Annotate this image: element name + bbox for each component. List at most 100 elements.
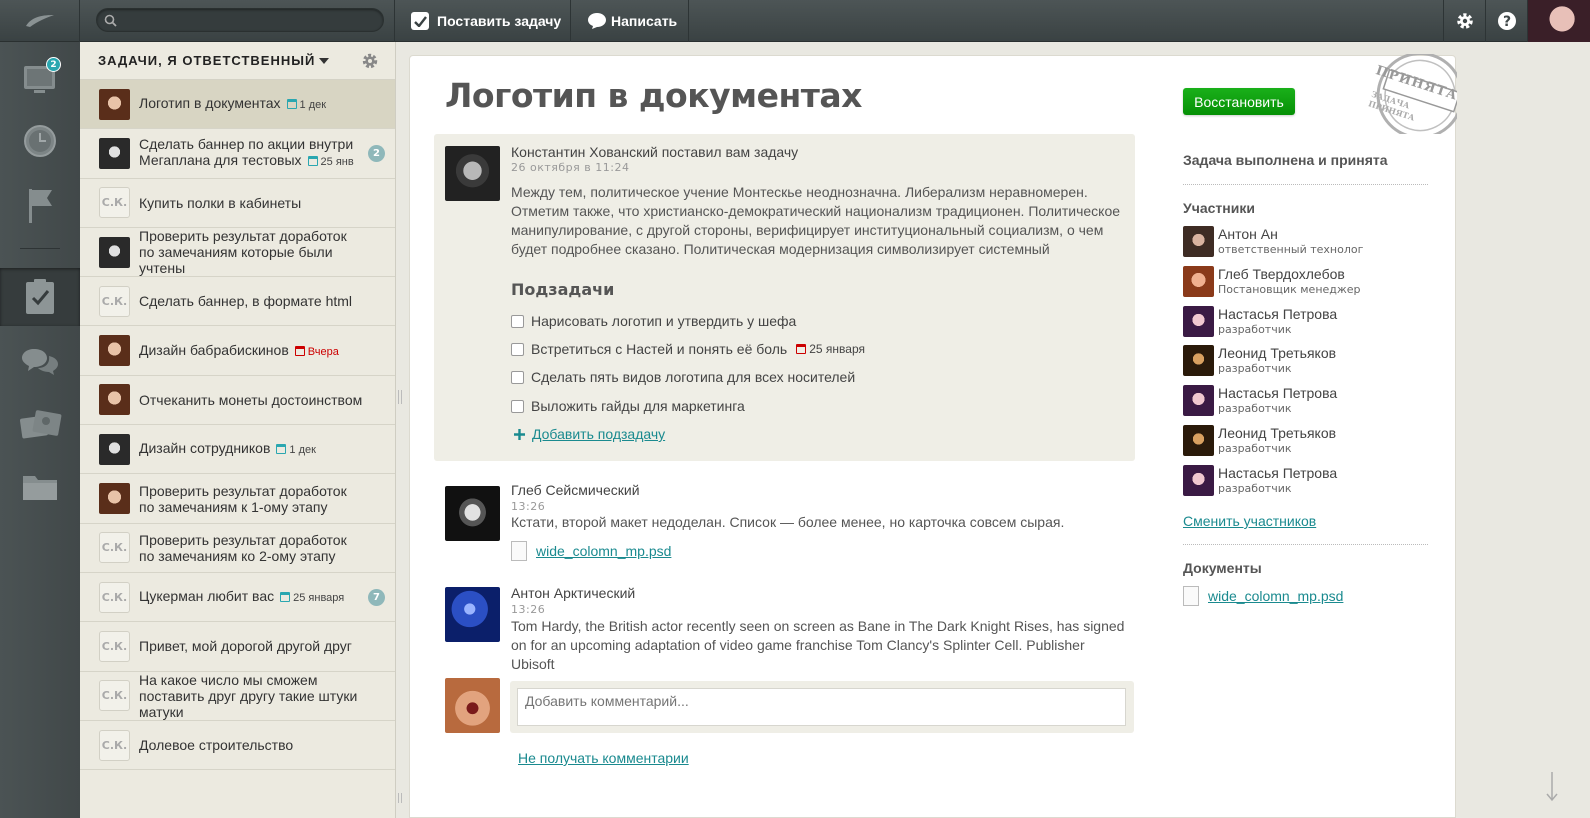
panel-resizer[interactable] — [398, 390, 402, 404]
logo[interactable] — [0, 0, 80, 42]
avatar — [1183, 425, 1214, 456]
search-input[interactable] — [123, 13, 363, 27]
avatar — [99, 335, 130, 367]
task-comment-badge: 2 — [368, 144, 385, 162]
task-list-item-text: Логотип в документах 1 дек — [139, 95, 326, 113]
member-name: Настасья Петрова — [1218, 305, 1338, 322]
subtask-checkbox[interactable] — [511, 370, 524, 384]
flag-icon — [29, 189, 52, 223]
subtask-label: Нарисовать логотип и утвердить у шефа — [531, 313, 797, 329]
member-name: Настасья Петрова — [1218, 464, 1338, 481]
nav-discussions[interactable] — [0, 332, 80, 394]
subtask-item[interactable]: Нарисовать логотип и утвердить у шефа — [511, 313, 796, 329]
calendar-icon — [796, 344, 807, 354]
divider — [1183, 184, 1428, 185]
subtask-item[interactable]: Выложить гайды для маркетинга — [511, 398, 745, 414]
comment-input[interactable] — [517, 688, 1126, 726]
member-item[interactable]: Леонид Третьяков разработчик — [1183, 345, 1336, 377]
task-title: Дизайн сотрудников — [139, 440, 271, 457]
comment-text: Кстати, второй макет недоделан. Список —… — [511, 514, 1065, 530]
chat-bubbles-icon — [22, 349, 58, 375]
unsubscribe-link[interactable]: Не получать комментарии — [518, 750, 689, 766]
task-list-item-text: Проверить результат доработок по замечан… — [139, 483, 365, 515]
subtask-checkbox[interactable] — [511, 314, 524, 328]
task-list-item[interactable]: Дизайн сотрудников 1 дек — [80, 425, 395, 475]
gear-icon[interactable] — [361, 52, 379, 70]
task-list-item[interactable]: С.К. Долевое строительство — [80, 721, 395, 771]
add-subtask-link[interactable]: Добавить подзадачу — [514, 426, 665, 442]
nav-contacts[interactable] — [0, 394, 80, 456]
subtask-label: Встретиться с Настей и понять её боль — [531, 341, 788, 357]
member-item[interactable]: Глеб Твердохлебов Постановщик менеджер — [1183, 265, 1361, 298]
document-link[interactable]: wide_colomn_mp.psd — [1208, 588, 1343, 604]
task-list-item-text: Сделать баннер, в формате html — [139, 293, 352, 309]
task-list-panel: ЗАДАЧИ, Я ОТВЕТСТВЕННЫЙ Логотип в докуме… — [80, 42, 396, 818]
task-list: Логотип в документах 1 дек Сделать баннер … — [80, 80, 395, 771]
task-list-item[interactable]: С.К. Проверить результат доработок по зам… — [80, 524, 395, 573]
avatar-initials: С.К. — [99, 581, 130, 613]
task-list-item[interactable]: С.К. Сделать баннер, в формате html — [80, 277, 395, 327]
nav-dashboard[interactable]: 2 — [0, 48, 80, 110]
task-list-item[interactable]: С.К. Цукерман любит вас 25 января 7 — [80, 573, 395, 623]
task-due-date: 25 января — [280, 592, 344, 604]
new-task-button[interactable]: Поставить задачу — [394, 0, 577, 42]
task-list-item-text: Дизайн бабрабискинов Вчера — [139, 342, 339, 360]
scroll-down-icon[interactable] — [1546, 772, 1558, 802]
task-due-date-text: 25 янв — [320, 156, 354, 169]
document-item[interactable]: wide_colomn_mp.psd — [1183, 586, 1343, 606]
member-item[interactable]: Леонид Третьяков разработчик — [1183, 425, 1336, 457]
calendar-icon — [307, 156, 318, 167]
panel-resizer-bottom[interactable] — [398, 793, 402, 803]
task-due-date-text: 1 дек — [299, 99, 327, 112]
subtask-item[interactable]: Сделать пять видов логотипа для всех нос… — [511, 369, 855, 385]
divider — [1183, 544, 1428, 545]
member-item[interactable]: Настасья Петрова разработчик — [1183, 385, 1337, 417]
speech-bubble-icon — [588, 13, 606, 29]
task-status: Задача выполнена и принята — [1183, 152, 1388, 168]
nav-time[interactable] — [0, 110, 80, 172]
subtask-checkbox[interactable] — [511, 342, 524, 356]
task-list-item[interactable]: Логотип в документах 1 дек — [80, 80, 395, 130]
logo-icon — [25, 15, 54, 27]
settings-button[interactable] — [1443, 0, 1485, 42]
calendar-icon — [286, 99, 297, 110]
task-list-item[interactable]: С.К. Привет, мой дорогой другой друг — [80, 622, 395, 672]
nav-documents[interactable] — [0, 456, 80, 518]
user-avatar[interactable] — [1527, 0, 1590, 42]
nav-tasks[interactable] — [0, 268, 80, 326]
search-box[interactable] — [96, 8, 384, 32]
subtask-item[interactable]: Встретиться с Настей и понять её боль 25 … — [511, 341, 865, 357]
task-list-item[interactable]: Сделать баннер по акции внутри Мегаплана… — [80, 129, 395, 179]
avatar — [1183, 464, 1214, 496]
task-list-item-text: Сделать баннер по акции внутри Мегаплана… — [139, 136, 365, 170]
task-list-item[interactable]: Проверить результат доработок по замечан… — [80, 228, 395, 278]
task-list-item[interactable]: С.К. На какое число мы сможем поставить д… — [80, 672, 395, 721]
top-bar: Поставить задачу Написать ? — [0, 0, 1590, 42]
restore-button[interactable]: Восстановить — [1183, 88, 1295, 115]
member-role: разработчик — [1218, 442, 1292, 455]
subtask-date-text: 25 января — [809, 342, 865, 356]
avatar — [1183, 226, 1214, 257]
members-title: Участники — [1183, 200, 1255, 216]
member-info: Леонид Третьяков разработчик — [1218, 345, 1336, 377]
member-item[interactable]: Настасья Петрова разработчик — [1183, 305, 1338, 338]
member-info: Леонид Третьяков разработчик — [1218, 425, 1336, 457]
subtask-label: Сделать пять видов логотипа для всех нос… — [531, 369, 856, 385]
subtask-checkbox[interactable] — [511, 399, 524, 413]
change-members-link[interactable]: Сменить участников — [1183, 513, 1316, 529]
task-list-item-text: Проверить результат доработок по замечан… — [139, 228, 365, 276]
task-list-item[interactable]: Проверить результат доработок по замечан… — [80, 474, 395, 524]
task-list-item[interactable]: С.К. Купить полки в кабинеты — [80, 179, 395, 228]
attachment-link[interactable]: wide_colomn_mp.psd — [536, 543, 671, 559]
task-list-item[interactable]: Дизайн бабрабискинов Вчера — [80, 326, 395, 376]
nav-projects[interactable] — [0, 174, 80, 236]
member-item[interactable]: Настасья Петрова разработчик — [1183, 464, 1338, 497]
task-list-header[interactable]: ЗАДАЧИ, Я ОТВЕТСТВЕННЫЙ — [80, 42, 395, 80]
help-button[interactable]: ? — [1485, 0, 1527, 42]
comment-attachment[interactable]: wide_colomn_mp.psd — [511, 541, 671, 561]
write-button[interactable]: Написать — [570, 0, 693, 42]
task-list-item[interactable]: Отчеканить монеты достоинством — [80, 376, 395, 426]
task-title: Долевое строительство — [139, 737, 294, 753]
member-item[interactable]: Антон Ан ответственный технолог — [1183, 226, 1363, 258]
comment-form — [510, 681, 1134, 733]
